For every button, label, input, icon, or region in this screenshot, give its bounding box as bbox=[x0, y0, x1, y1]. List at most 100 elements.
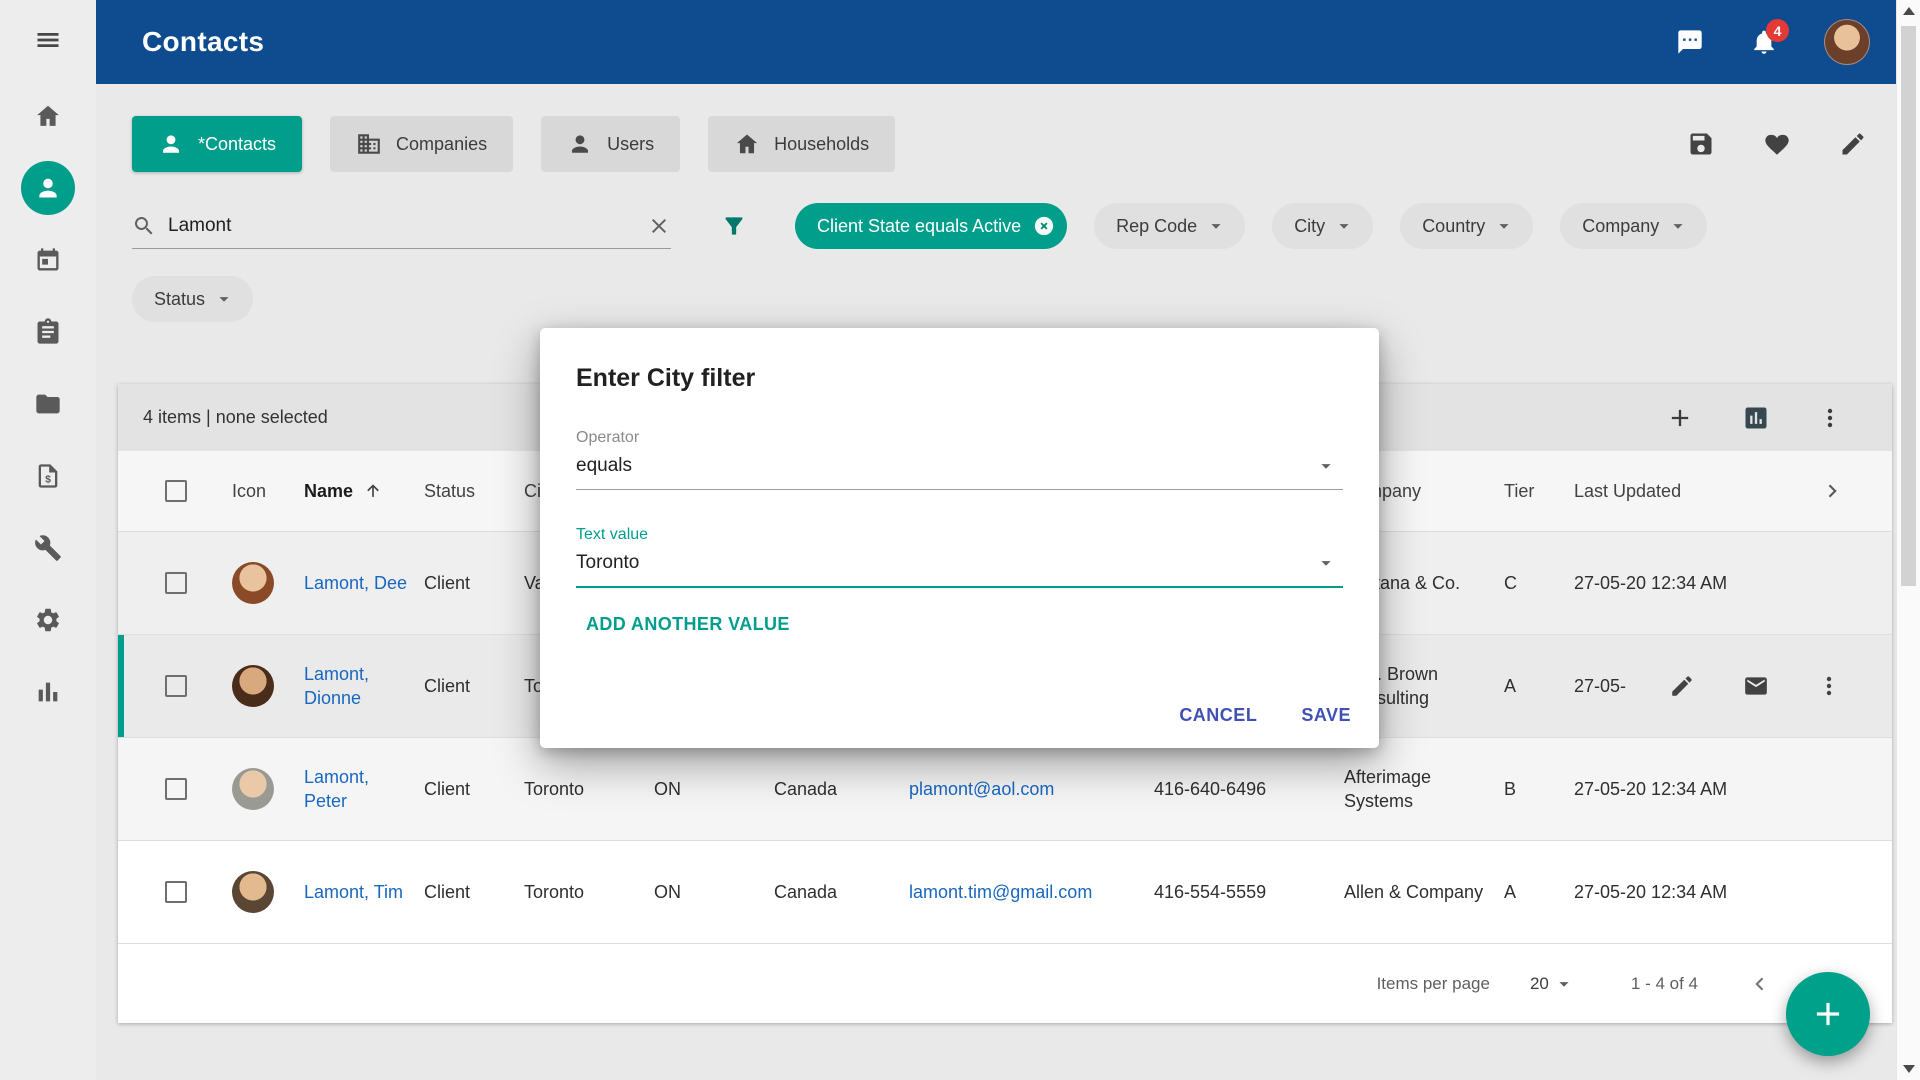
insert-chart-icon bbox=[1742, 404, 1770, 432]
tab-label: Households bbox=[774, 134, 869, 155]
operator-label: Operator bbox=[576, 429, 1343, 447]
chart-view-button[interactable] bbox=[1742, 404, 1770, 432]
status-cell: Client bbox=[408, 880, 508, 904]
text-value-label: Text value bbox=[576, 526, 1343, 544]
chat-icon bbox=[1676, 28, 1704, 56]
table-row[interactable]: Lamont, Peter Client Toronto ON Canada p… bbox=[118, 738, 1892, 841]
plus-icon bbox=[1666, 404, 1694, 432]
select-all-checkbox[interactable] bbox=[165, 480, 187, 502]
folder-icon bbox=[34, 390, 62, 418]
sidebar-item-reports[interactable] bbox=[0, 656, 96, 728]
notifications-button[interactable]: 4 bbox=[1750, 28, 1778, 56]
chevron-down-icon bbox=[1315, 455, 1337, 477]
previous-page-button[interactable] bbox=[1746, 971, 1772, 997]
company-cell: Afterimage Systems bbox=[1328, 765, 1488, 814]
tab-households[interactable]: Households bbox=[708, 116, 895, 172]
row-checkbox[interactable] bbox=[165, 572, 187, 594]
province-cell: ON bbox=[638, 880, 758, 904]
row-checkbox[interactable] bbox=[165, 778, 187, 800]
table-row[interactable]: Lamont, Tim Client Toronto ON Canada lam… bbox=[118, 841, 1892, 944]
column-header-status[interactable]: Status bbox=[408, 479, 508, 503]
entity-tabs: *Contacts Companies Users Households bbox=[96, 116, 1896, 172]
tab-users[interactable]: Users bbox=[541, 116, 680, 172]
add-contact-fab[interactable] bbox=[1786, 972, 1870, 1056]
clear-search-button[interactable] bbox=[647, 214, 671, 238]
triangle-down-icon bbox=[1903, 1065, 1915, 1073]
status-filter-chip[interactable]: Status bbox=[132, 276, 253, 322]
heart-icon bbox=[1763, 130, 1791, 158]
operator-select[interactable]: equals bbox=[576, 447, 1343, 490]
more-options-button[interactable] bbox=[1818, 406, 1842, 430]
add-column-button[interactable] bbox=[1666, 404, 1694, 432]
sidebar-item-billing[interactable]: $ bbox=[0, 440, 96, 512]
sidebar-item-files[interactable] bbox=[0, 368, 96, 440]
cancel-button[interactable]: CANCEL bbox=[1179, 705, 1257, 726]
email-row-button[interactable] bbox=[1743, 673, 1769, 699]
column-header-updated[interactable]: Last Updated bbox=[1558, 479, 1768, 503]
svg-text:$: $ bbox=[45, 473, 51, 485]
page-size-value: 20 bbox=[1530, 974, 1549, 994]
add-another-value-button[interactable]: ADD ANOTHER VALUE bbox=[586, 614, 790, 635]
save-icon bbox=[1687, 130, 1715, 158]
close-icon bbox=[647, 214, 671, 238]
sidebar-item-settings[interactable] bbox=[0, 584, 96, 656]
contact-name-link[interactable]: Lamont, Dionne bbox=[304, 664, 369, 708]
selected-row-indicator bbox=[118, 635, 124, 737]
sidebar-item-contacts[interactable] bbox=[0, 152, 96, 224]
sidebar-item-tasks[interactable] bbox=[0, 296, 96, 368]
edit-row-button[interactable] bbox=[1669, 673, 1695, 699]
email-link[interactable]: plamont@aol.com bbox=[909, 779, 1054, 799]
search-input[interactable] bbox=[168, 215, 635, 237]
chip-label: Rep Code bbox=[1116, 216, 1197, 237]
row-more-button[interactable] bbox=[1817, 674, 1841, 698]
sidebar-item-calendar[interactable] bbox=[0, 224, 96, 296]
save-button[interactable]: SAVE bbox=[1301, 705, 1351, 726]
phone-cell: 416-640-6496 bbox=[1138, 777, 1328, 801]
favorite-button[interactable] bbox=[1763, 130, 1791, 158]
contact-name-link[interactable]: Lamont, Dee bbox=[304, 573, 407, 593]
wrench-icon bbox=[34, 534, 62, 562]
scroll-up-arrow[interactable] bbox=[1897, 0, 1920, 22]
row-checkbox[interactable] bbox=[165, 675, 187, 697]
filter-button[interactable] bbox=[721, 213, 747, 239]
items-per-page-label: Items per page bbox=[1377, 974, 1490, 994]
contact-avatar bbox=[232, 768, 274, 810]
company-filter-chip[interactable]: Company bbox=[1560, 203, 1707, 249]
chip-label: Client State equals Active bbox=[817, 216, 1021, 237]
tier-cell: B bbox=[1488, 777, 1558, 801]
row-checkbox[interactable] bbox=[165, 881, 187, 903]
sidebar-item-home[interactable] bbox=[0, 80, 96, 152]
menu-button[interactable] bbox=[0, 0, 96, 80]
tab-label: *Contacts bbox=[198, 134, 276, 155]
vertical-scrollbar[interactable] bbox=[1896, 0, 1920, 1080]
tab-label: Users bbox=[607, 134, 654, 155]
text-value-select[interactable]: Toronto bbox=[576, 544, 1343, 588]
active-filter-chip[interactable]: Client State equals Active bbox=[795, 203, 1067, 249]
edit-view-button[interactable] bbox=[1839, 130, 1867, 158]
row-hover-actions bbox=[1643, 635, 1892, 737]
scrollbar-thumb[interactable] bbox=[1901, 26, 1916, 586]
scroll-columns-right-button[interactable] bbox=[1820, 478, 1846, 504]
rep-code-filter-chip[interactable]: Rep Code bbox=[1094, 203, 1245, 249]
page-title: Contacts bbox=[142, 26, 264, 58]
page-size-select[interactable]: 20 bbox=[1530, 973, 1575, 995]
sidebar: $ bbox=[0, 0, 96, 1080]
status-cell: Client bbox=[408, 674, 508, 698]
save-view-button[interactable] bbox=[1687, 130, 1715, 158]
tier-cell: A bbox=[1488, 674, 1558, 698]
contact-name-link[interactable]: Lamont, Peter bbox=[304, 767, 369, 811]
column-header-tier[interactable]: Tier bbox=[1488, 479, 1558, 503]
column-header-name[interactable]: Name bbox=[288, 479, 408, 503]
sidebar-item-tools[interactable] bbox=[0, 512, 96, 584]
column-header-icon[interactable]: Icon bbox=[218, 479, 288, 503]
user-avatar[interactable] bbox=[1824, 19, 1870, 65]
country-filter-chip[interactable]: Country bbox=[1400, 203, 1533, 249]
email-link[interactable]: lamont.tim@gmail.com bbox=[909, 882, 1092, 902]
scroll-down-arrow[interactable] bbox=[1897, 1058, 1920, 1080]
tab-contacts[interactable]: *Contacts bbox=[132, 116, 302, 172]
messages-button[interactable] bbox=[1676, 28, 1704, 56]
contact-name-link[interactable]: Lamont, Tim bbox=[304, 882, 403, 902]
tab-companies[interactable]: Companies bbox=[330, 116, 513, 172]
city-filter-chip[interactable]: City bbox=[1272, 203, 1373, 249]
remove-filter-icon[interactable] bbox=[1033, 215, 1055, 237]
